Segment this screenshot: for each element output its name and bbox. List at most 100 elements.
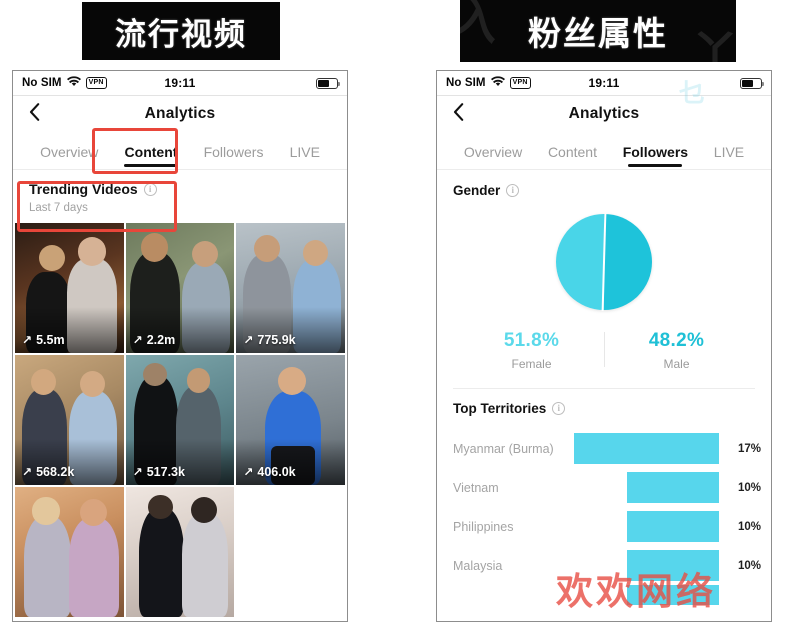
video-view-count-label: 775.9k [257, 333, 296, 347]
territory-name: Vietnam [453, 480, 499, 495]
page-title: Analytics [568, 105, 640, 122]
video-thumbnail-card[interactable] [15, 487, 124, 617]
territory-percentage: 10% [737, 559, 761, 572]
tab-overview[interactable]: Overview [27, 144, 111, 169]
arrow-up-right-icon: ↗ [22, 333, 33, 347]
video-thumbnail-card[interactable]: ↗ 406.0k [236, 355, 345, 485]
back-button[interactable] [453, 103, 464, 125]
battery-icon [316, 77, 341, 89]
analytics-tab-bar: Overview Content Followers LIVE [437, 132, 771, 170]
battery-icon [740, 77, 765, 89]
pie-chart-graphic [556, 212, 652, 312]
video-view-count: ↗ 568.2k [22, 465, 74, 479]
tab-content[interactable]: Content [535, 144, 610, 169]
video-thumbnail-card[interactable]: ↗ 568.2k [15, 355, 124, 485]
info-icon[interactable]: i [506, 184, 520, 197]
gender-legend-male: 48.2% Male [604, 330, 749, 371]
caption-banner-left: 流行视频 [82, 2, 280, 60]
video-thumbnail-card[interactable]: ↗ 5.5m [15, 223, 124, 353]
video-thumbnail-card[interactable]: ↗ 2.2m [125, 223, 235, 353]
gender-legend: 51.8% Female 48.2% Male [453, 330, 755, 371]
arrow-up-right-icon: ↗ [132, 465, 143, 479]
caption-banner-left-text: 流行视频 [115, 16, 247, 52]
trending-videos-grid: ↗ 5.5m ↗ 2.2m ↗ 775.9k ↗ 568.2k ↗ 517.3k… [13, 223, 347, 617]
tab-overview-label: Overview [463, 144, 523, 160]
tab-live-label: LIVE [713, 144, 745, 160]
info-icon[interactable]: i [143, 182, 157, 196]
back-button[interactable] [29, 103, 40, 125]
arrow-up-right-icon: ↗ [243, 465, 254, 479]
territory-row: Malaysia 10% [453, 546, 761, 585]
arrow-up-right-icon: ↗ [132, 333, 143, 347]
gender-pie-chart [453, 212, 755, 312]
territory-bar [627, 511, 719, 542]
tab-underline [628, 164, 683, 167]
tab-followers-label: Followers [203, 144, 264, 160]
screenshot-root: 流行视频 入 粉丝属性 丫 No SIM VPN 19:11 Analytics… [0, 0, 788, 622]
gender-section: Gender i 51.8% Female 48.2% Male [437, 170, 771, 371]
nav-bar: Analytics [13, 96, 347, 132]
top-territories-section: Top Territories i [437, 389, 771, 416]
video-view-count: ↗ 406.0k [243, 465, 295, 479]
page-title: Analytics [144, 105, 216, 122]
territory-name: Myanmar (Burma) [453, 441, 554, 456]
status-bar: No SIM VPN 19:11 [13, 71, 347, 96]
status-bar-right [740, 77, 765, 89]
tab-followers[interactable]: Followers [610, 144, 701, 169]
status-bar: No SIM VPN 19:11 [437, 71, 771, 96]
female-percentage: 51.8% [503, 330, 560, 351]
territory-row: Vietnam 10% [453, 468, 761, 507]
tab-overview-label: Overview [40, 144, 99, 160]
video-thumbnail-card[interactable] [125, 487, 235, 617]
tab-followers[interactable]: Followers [191, 144, 277, 169]
territory-name: Malaysia [453, 558, 503, 573]
nav-bar: Analytics [437, 96, 771, 132]
banner-ghost-glyph-2: 丫 [692, 28, 736, 62]
gender-legend-female: 51.8% Female [459, 330, 604, 371]
top-territories-title: Top Territories [453, 401, 547, 416]
video-view-count: ↗ 775.9k [243, 333, 295, 347]
gender-title-row: Gender i [453, 183, 755, 198]
video-thumbnail-card[interactable]: ↗ 775.9k [236, 223, 345, 353]
caption-banner-right: 入 粉丝属性 丫 [460, 0, 736, 62]
pie-slice-female [556, 214, 604, 310]
arrow-up-right-icon: ↗ [22, 465, 33, 479]
territory-bar-track [571, 585, 723, 605]
phone-screenshot-content: No SIM VPN 19:11 Analytics Overview Cont… [12, 70, 348, 622]
territory-bar [627, 472, 719, 503]
trending-videos-section: Trending Videos i Last 7 days [13, 170, 347, 214]
territory-row: Myanmar (Burma) 乜 17% [453, 78, 761, 468]
video-thumbnail-card[interactable]: ↗ 517.3k [125, 355, 235, 485]
tab-live-label: LIVE [289, 144, 320, 160]
video-view-count: ↗ 5.5m [22, 333, 65, 347]
info-icon[interactable]: i [552, 402, 566, 415]
tab-content[interactable]: Content [111, 144, 190, 169]
status-bar-right [316, 77, 341, 89]
status-bar-time: 19:11 [588, 76, 620, 90]
tab-content-label: Content [547, 144, 597, 160]
tab-overview[interactable]: Overview [451, 144, 535, 169]
video-view-count-label: 406.0k [257, 465, 296, 479]
video-view-count: ↗ 517.3k [133, 465, 185, 479]
territory-name: Philippines [453, 519, 514, 534]
tab-live[interactable]: LIVE [277, 144, 333, 169]
status-bar-time: 19:11 [164, 76, 196, 90]
top-territories-title-row: Top Territories i [453, 401, 755, 416]
tab-content-label: Content [124, 144, 178, 160]
territory-bar [627, 550, 719, 581]
video-view-count-label: 568.2k [36, 465, 75, 479]
territory-percentage: 10% [737, 481, 761, 494]
territory-bar [574, 433, 719, 464]
territory-bar-track [571, 507, 723, 546]
tab-followers-label: Followers [622, 144, 689, 160]
gender-title: Gender [453, 183, 501, 198]
male-percentage: 48.2% [648, 330, 705, 351]
arrow-up-right-icon: ↗ [243, 333, 254, 347]
pie-slice-male [604, 214, 652, 310]
tab-live[interactable]: LIVE [701, 144, 757, 169]
analytics-tab-bar: Overview Content Followers LIVE [13, 132, 347, 170]
female-label: Female [511, 357, 552, 371]
territory-row-clipped [453, 585, 761, 605]
trending-videos-subtitle: Last 7 days [29, 202, 88, 214]
tab-underline [123, 164, 178, 167]
